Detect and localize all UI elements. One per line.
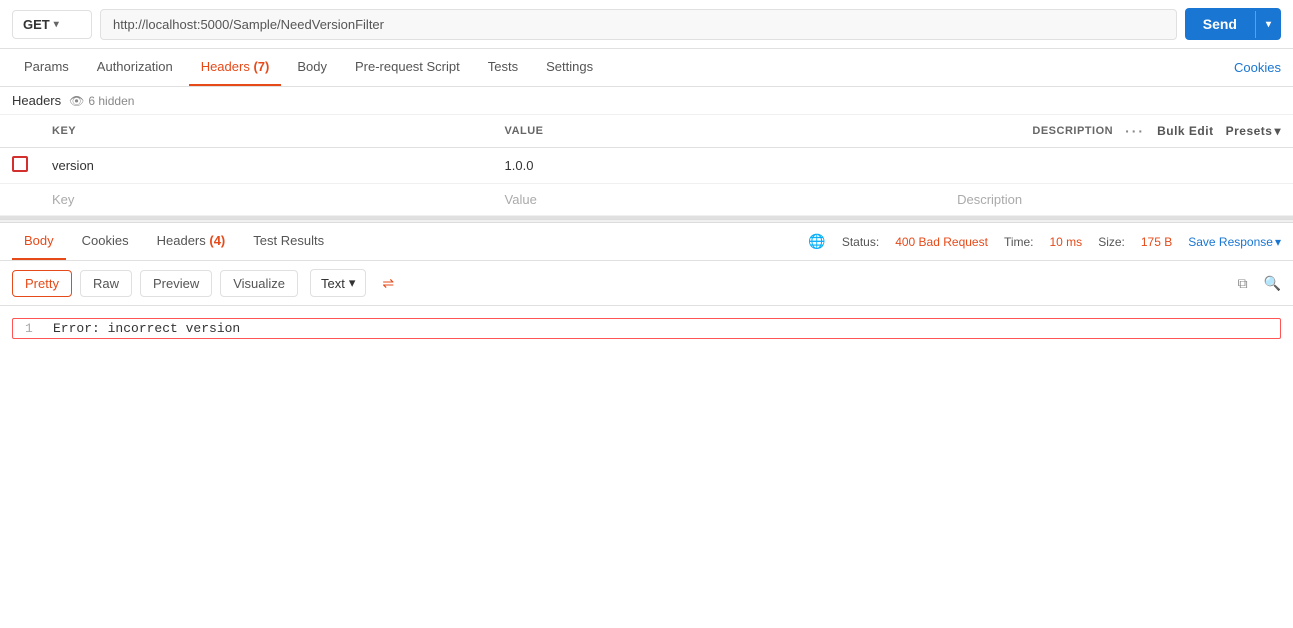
tab-settings[interactable]: Settings: [534, 49, 605, 86]
placeholder-key[interactable]: Key: [40, 184, 493, 216]
bulk-edit-button[interactable]: Bulk Edit: [1157, 124, 1214, 138]
subtab-visualize[interactable]: Visualize: [220, 270, 298, 297]
subtab-raw[interactable]: Raw: [80, 270, 132, 297]
row-value[interactable]: 1.0.0: [493, 148, 946, 184]
line-text: Error: incorrect version: [53, 321, 240, 336]
method-chevron: ▾: [54, 19, 59, 30]
size-value: 175 B: [1141, 235, 1172, 249]
method-label: GET: [23, 17, 50, 32]
placeholder-description[interactable]: Description: [945, 184, 1293, 216]
tab-headers[interactable]: Headers (7): [189, 49, 282, 86]
send-button[interactable]: Send ▾: [1185, 8, 1281, 40]
th-value: VALUE: [493, 115, 946, 148]
th-key: KEY: [40, 115, 493, 148]
body-subtabs: Pretty Raw Preview Visualize Text ▾ ⇌ ⧉ …: [0, 261, 1293, 306]
tab-body[interactable]: Body: [285, 49, 339, 86]
send-label: Send: [1185, 8, 1255, 40]
tab-params[interactable]: Params: [12, 49, 81, 86]
row-description[interactable]: [945, 148, 1293, 184]
row-key[interactable]: version: [40, 148, 493, 184]
new-row-placeholder: Key Value Description: [0, 184, 1293, 216]
url-bar: GET ▾ Send ▾: [0, 0, 1293, 49]
tab-authorization[interactable]: Authorization: [85, 49, 185, 86]
three-dots-icon[interactable]: ···: [1125, 123, 1145, 139]
text-format-chevron: ▾: [349, 275, 356, 291]
text-format-dropdown[interactable]: Text ▾: [310, 269, 366, 297]
header-row-checkbox[interactable]: [12, 156, 28, 172]
th-desc-label: DESCRIPTION: [1032, 125, 1113, 137]
size-label: Size:: [1098, 235, 1125, 249]
status-label: Status:: [842, 235, 879, 249]
response-section: Body Cookies Headers (4) Test Results 🌐 …: [0, 223, 1293, 628]
response-line-1: 1 Error: incorrect version: [12, 318, 1281, 339]
tab-tests[interactable]: Tests: [476, 49, 530, 86]
time-value: 10 ms: [1050, 235, 1083, 249]
status-value: 400 Bad Request: [895, 235, 988, 249]
hidden-count: 6 hidden: [88, 94, 134, 108]
tab-prerequest[interactable]: Pre-request Script: [343, 49, 472, 86]
subtab-preview[interactable]: Preview: [140, 270, 212, 297]
url-input[interactable]: [100, 9, 1177, 40]
row-checkbox-cell: [0, 148, 40, 184]
response-tab-cookies[interactable]: Cookies: [70, 223, 141, 260]
status-bar: 🌐 Status: 400 Bad Request Time: 10 ms Si…: [808, 223, 1281, 260]
tab-headers-label: Headers: [201, 59, 250, 74]
th-checkbox: [0, 115, 40, 148]
response-tab-body[interactable]: Body: [12, 223, 66, 260]
save-response-button[interactable]: Save Response ▾: [1188, 235, 1281, 249]
tab-headers-badge: (7): [253, 59, 269, 74]
subtab-pretty[interactable]: Pretty: [12, 270, 72, 297]
presets-button[interactable]: Presets ▾: [1226, 124, 1281, 138]
search-icon[interactable]: 🔍: [1264, 275, 1281, 292]
response-tab-headers[interactable]: Headers (4): [145, 223, 238, 260]
hidden-toggle[interactable]: 👁 6 hidden: [69, 94, 134, 108]
time-label: Time:: [1004, 235, 1034, 249]
headers-section: KEY VALUE DESCRIPTION ··· Bulk Edit Pres…: [0, 115, 1293, 219]
table-row: version 1.0.0: [0, 148, 1293, 184]
line-number: 1: [25, 321, 41, 336]
headers-sub-label: Headers: [12, 93, 61, 108]
send-arrow: ▾: [1255, 11, 1281, 38]
eye-icon: 👁: [69, 94, 84, 108]
filter-icon[interactable]: ⇌: [382, 275, 394, 292]
response-tab-testresults[interactable]: Test Results: [241, 223, 336, 260]
placeholder-value[interactable]: Value: [493, 184, 946, 216]
response-tabs: Body Cookies Headers (4) Test Results 🌐 …: [0, 223, 1293, 261]
text-format-label: Text: [321, 276, 345, 291]
globe-icon: 🌐: [808, 233, 825, 250]
request-tabs: Params Authorization Headers (7) Body Pr…: [0, 49, 1293, 87]
th-description: DESCRIPTION ··· Bulk Edit Presets ▾: [945, 115, 1293, 148]
copy-icon[interactable]: ⧉: [1238, 275, 1248, 292]
headers-table: KEY VALUE DESCRIPTION ··· Bulk Edit Pres…: [0, 115, 1293, 216]
headers-sub-row: Headers 👁 6 hidden: [0, 87, 1293, 115]
response-content: 1 Error: incorrect version: [0, 306, 1293, 351]
cookies-link[interactable]: Cookies: [1234, 50, 1281, 85]
method-select[interactable]: GET ▾: [12, 10, 92, 39]
app-container: GET ▾ Send ▾ Params Authorization Header…: [0, 0, 1293, 628]
